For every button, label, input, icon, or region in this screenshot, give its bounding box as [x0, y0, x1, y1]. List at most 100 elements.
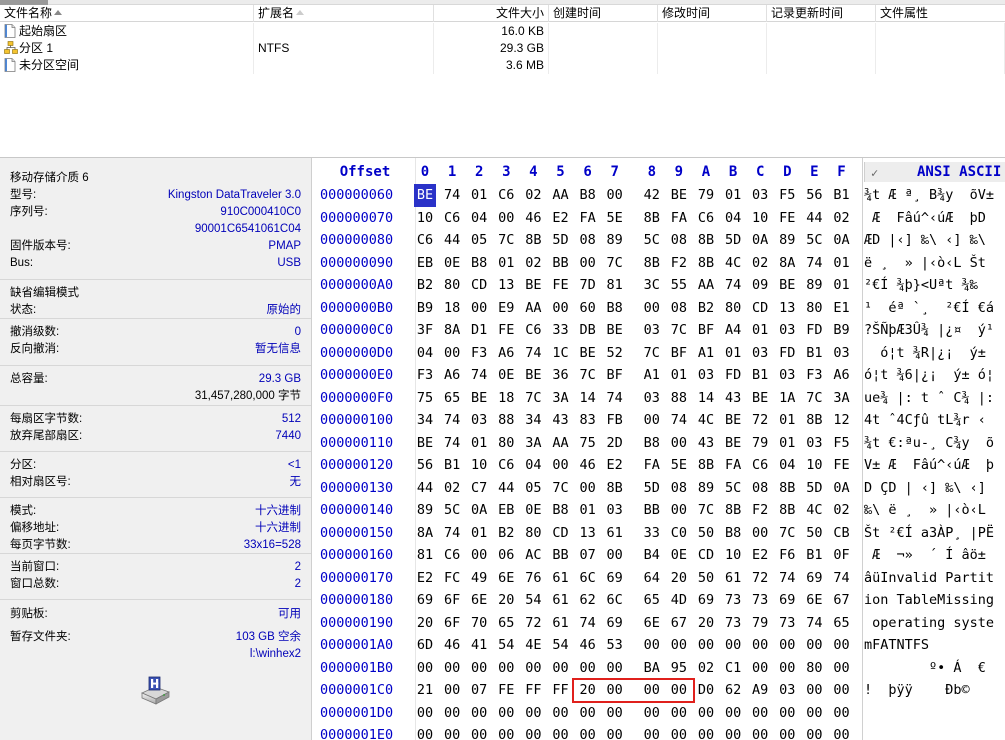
hex-byte[interactable]: 65 [441, 387, 463, 410]
hex-byte[interactable]: 03 [776, 679, 798, 702]
hex-byte[interactable]: 41 [468, 634, 490, 657]
hex-byte[interactable]: 00 [441, 342, 463, 365]
hex-byte[interactable]: 00 [749, 522, 771, 545]
file-row[interactable]: 分区 1 NTFS 29.3 GB [0, 40, 1005, 57]
hex-byte[interactable]: CB [831, 522, 853, 545]
hex-byte[interactable]: 1C [550, 342, 572, 365]
hex-byte[interactable]: F2 [668, 252, 690, 275]
hex-byte[interactable]: 54 [495, 634, 517, 657]
ansi-text[interactable]: ! þÿÿ Ðb© [864, 679, 994, 702]
hex-byte[interactable]: 00 [776, 724, 798, 740]
hex-byte[interactable]: 00 [414, 724, 436, 740]
hex-byte[interactable]: 33 [550, 319, 572, 342]
hex-byte[interactable]: 00 [495, 724, 517, 740]
hex-byte[interactable]: 3A [831, 387, 853, 410]
file-row[interactable]: 未分区空间 3.6 MB [0, 57, 1005, 74]
hex-byte[interactable]: 14 [695, 387, 717, 410]
hex-byte[interactable]: 00 [522, 702, 544, 725]
hex-byte[interactable]: 0E [495, 364, 517, 387]
hex-byte[interactable]: 00 [641, 297, 663, 320]
hex-byte[interactable]: BE [722, 432, 744, 455]
ansi-text[interactable]: ?ŠÑþÆ3Û¾ |¿¤ ý¹ [864, 319, 994, 342]
hex-byte[interactable]: AA [550, 432, 572, 455]
hex-byte[interactable]: 00 [776, 634, 798, 657]
hex-byte[interactable]: 5D [803, 477, 825, 500]
hex-byte[interactable]: 00 [722, 702, 744, 725]
hex-byte[interactable]: 03 [604, 499, 626, 522]
hex-byte[interactable]: 00 [468, 657, 490, 680]
ansi-text[interactable]: ²€Í ¾þ}<Uªt ¾‰ [864, 274, 986, 297]
hex-byte[interactable]: 67 [668, 612, 690, 635]
hex-byte[interactable]: 00 [831, 702, 853, 725]
col-filename-header[interactable]: 文件名称 [0, 5, 254, 22]
ansi-text[interactable]: ¾t Æ ª¸ B¾y õV± [864, 184, 994, 207]
hex-byte[interactable]: 00 [577, 724, 599, 740]
hex-byte[interactable]: BE [468, 387, 490, 410]
hex-row[interactable]: 0000000D0 04 00 F3 A6 74 1C BE 52 7C BF A1 01 03 FD B1 0… [312, 342, 1005, 365]
hex-byte[interactable]: 74 [668, 409, 690, 432]
ansi-text[interactable]: 4t ˆ4Cƒû tL¾r ‹ [864, 409, 994, 432]
hex-byte[interactable]: 00 [522, 724, 544, 740]
ansi-text[interactable]: operating syste [864, 612, 994, 635]
hex-byte[interactable]: BE [668, 184, 690, 207]
ansi-text[interactable]: Æ Fâú^‹úÆ þD [864, 207, 994, 230]
hex-row[interactable]: 000000180 69 6F 6E 20 54 61 62 6C 65 4D 69 73 73 69 6E 6… [312, 589, 1005, 612]
hex-byte[interactable]: C6 [495, 454, 517, 477]
hex-byte[interactable]: 7C [522, 387, 544, 410]
hex-byte[interactable]: 69 [604, 612, 626, 635]
hex-byte[interactable]: 89 [803, 274, 825, 297]
hex-byte[interactable]: 00 [550, 297, 572, 320]
hex-byte[interactable]: 65 [831, 612, 853, 635]
hex-byte[interactable]: 13 [495, 274, 517, 297]
hex-byte[interactable]: 73 [722, 589, 744, 612]
hex-byte[interactable]: 03 [749, 342, 771, 365]
hex-byte[interactable]: 00 [604, 724, 626, 740]
hex-byte[interactable]: 0F [831, 544, 853, 567]
hex-byte[interactable]: 62 [577, 589, 599, 612]
hex-byte[interactable]: 00 [831, 634, 853, 657]
hex-byte[interactable]: 05 [522, 477, 544, 500]
hex-byte[interactable]: C0 [668, 522, 690, 545]
hex-byte[interactable]: 01 [468, 432, 490, 455]
hex-byte[interactable]: 03 [803, 432, 825, 455]
hex-byte[interactable]: 80 [441, 274, 463, 297]
hex-row[interactable]: 000000090 EB 0E B8 01 02 BB 00 7C 8B F2 8B 4C 02 8A 74 0… [312, 252, 1005, 275]
hex-row[interactable]: 000000160 81 C6 00 06 AC BB 07 00 B4 0E CD 10 E2 F6 B1 0… [312, 544, 1005, 567]
hex-byte[interactable]: B1 [803, 544, 825, 567]
hex-byte[interactable]: 73 [776, 612, 798, 635]
hex-byte[interactable]: 4E [522, 634, 544, 657]
hex-byte[interactable]: 02 [695, 657, 717, 680]
ansi-text[interactable]: ë ¸ » |‹ò‹L Št [864, 252, 994, 275]
hex-byte[interactable]: 04 [522, 454, 544, 477]
hex-byte[interactable]: E1 [831, 297, 853, 320]
hex-byte[interactable]: AA [522, 297, 544, 320]
hex-byte[interactable]: 12 [831, 409, 853, 432]
hex-byte[interactable]: 10 [414, 207, 436, 230]
hex-byte[interactable]: 18 [495, 387, 517, 410]
hex-byte[interactable]: 14 [577, 387, 599, 410]
hex-byte[interactable]: B2 [495, 522, 517, 545]
hex-byte[interactable]: 20 [695, 612, 717, 635]
hex-byte[interactable]: 88 [495, 409, 517, 432]
hex-byte[interactable]: 80 [722, 297, 744, 320]
hex-row[interactable]: 000000140 89 5C 0A EB 0E B8 01 03 BB 00 7C 8B F2 8B 4C 0… [312, 499, 1005, 522]
ansi-text[interactable]: ¾t €:ªu-¸ C¾y õ [864, 432, 994, 455]
hex-byte[interactable]: 74 [522, 342, 544, 365]
hex-byte[interactable]: 03 [776, 319, 798, 342]
hex-byte[interactable]: 7C [604, 252, 626, 275]
ansi-text[interactable]: ÆD |‹] ‰\ ‹] ‰\ [864, 229, 994, 252]
hex-byte[interactable]: BF [604, 364, 626, 387]
hex-byte[interactable]: 6E [495, 567, 517, 590]
hex-byte[interactable]: C6 [414, 229, 436, 252]
hex-byte[interactable]: 00 [550, 724, 572, 740]
hex-byte[interactable]: 74 [441, 432, 463, 455]
hex-byte[interactable]: 00 [668, 499, 690, 522]
hex-byte[interactable]: 00 [641, 634, 663, 657]
hex-byte[interactable]: C6 [495, 184, 517, 207]
hex-byte[interactable]: 80 [495, 432, 517, 455]
hex-byte[interactable]: 61 [550, 612, 572, 635]
hex-byte[interactable]: 89 [695, 477, 717, 500]
hex-byte[interactable]: 00 [495, 702, 517, 725]
hex-byte[interactable]: 3A [522, 432, 544, 455]
hex-byte[interactable]: 8B [604, 477, 626, 500]
